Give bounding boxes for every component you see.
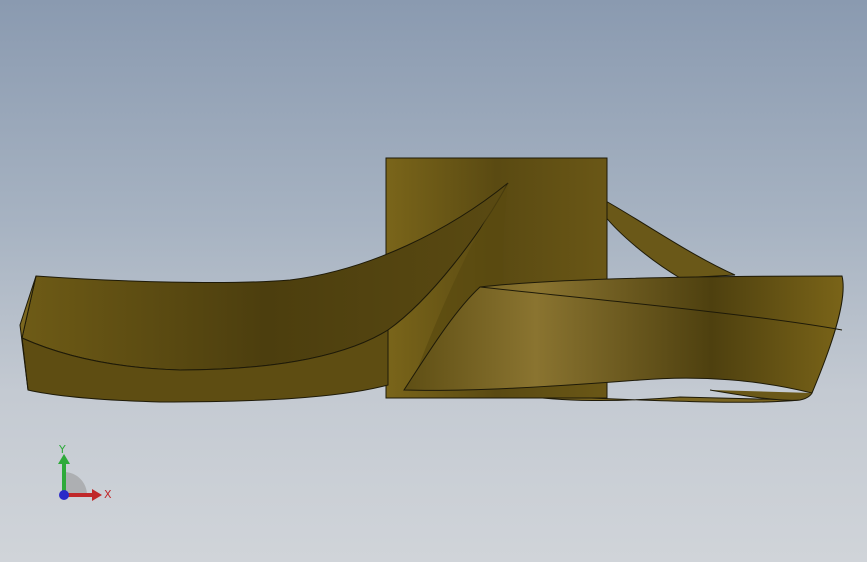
impeller-model[interactable]	[0, 0, 867, 562]
back-blade	[603, 199, 736, 279]
y-axis-label: Y	[58, 443, 66, 456]
coordinate-triad: Y X	[58, 443, 112, 501]
graphics-viewport[interactable]: Y X	[0, 0, 867, 562]
x-axis-label: X	[104, 488, 112, 501]
